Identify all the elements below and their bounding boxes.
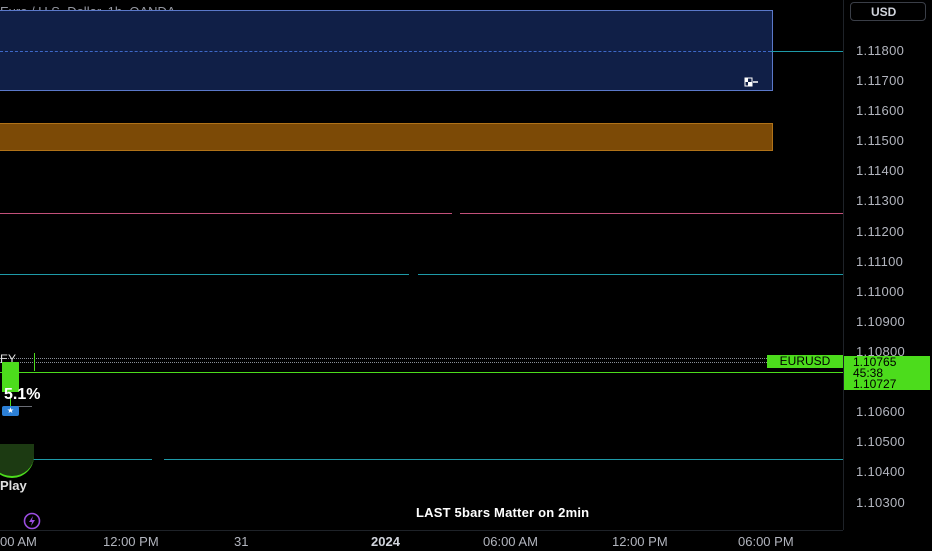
price-tick: 1.11300 <box>856 193 905 208</box>
price-axis[interactable]: USD 1.11800 1.11700 1.11600 1.11500 1.11… <box>843 0 932 530</box>
price-tick: 1.10300 <box>856 495 906 510</box>
current-price-box: 1.10765 45:38 1.10727 <box>844 356 930 390</box>
pink-line[interactable] <box>0 213 452 214</box>
teal-line[interactable] <box>164 459 843 460</box>
current-price-line <box>0 372 843 373</box>
price-tick: 1.10900 <box>856 314 906 329</box>
price-tick: 1.11000 <box>856 284 905 299</box>
price-tick: 1.11500 <box>856 133 905 148</box>
orange-zone-rectangle[interactable] <box>0 123 773 151</box>
note-text: LAST 5bars Matter on 2min <box>416 505 590 520</box>
chart-pane[interactable]: Euro / U.S. Dollar, 1h, OANDA EY 5.1% ★ … <box>0 0 843 530</box>
price-line-dotted <box>0 358 843 359</box>
price-tick: 1.11600 <box>856 103 905 118</box>
time-tick: 12:00 PM <box>103 534 159 549</box>
time-tick: 00 AM <box>0 534 37 549</box>
percent-label: 5.1% <box>4 386 41 403</box>
price-tick: 1.11100 <box>856 254 904 269</box>
time-tick-year: 2024 <box>371 534 400 549</box>
play-label[interactable]: Play <box>0 478 27 493</box>
time-tick: 12:00 PM <box>612 534 668 549</box>
price-tick: 1.11700 <box>856 73 905 88</box>
teal-line[interactable] <box>418 274 843 275</box>
symbol-price-label: EURUSD <box>767 355 843 368</box>
price-tick: 1.11200 <box>856 224 905 239</box>
pink-line[interactable] <box>460 213 843 214</box>
price-tick: 1.11400 <box>856 163 905 178</box>
pin-icon[interactable]: ★ <box>2 406 19 416</box>
candle-wick <box>34 353 35 371</box>
play-widget[interactable] <box>0 444 34 478</box>
price-tick: 1.11800 <box>856 43 905 58</box>
time-tick: 06:00 AM <box>483 534 538 549</box>
price-tick: 1.10400 <box>856 464 906 479</box>
currency-button[interactable]: USD <box>850 2 926 21</box>
price-tick: 1.10600 <box>856 404 906 419</box>
second-price: 1.10727 <box>853 377 897 391</box>
lightning-icon[interactable] <box>21 512 45 530</box>
teal-line-segment <box>771 51 843 52</box>
dashed-line <box>0 51 771 52</box>
price-tick: 1.10500 <box>856 434 906 449</box>
time-tick: 31 <box>234 534 249 549</box>
flag-icon[interactable] <box>744 77 760 89</box>
time-tick: 06:00 PM <box>738 534 794 549</box>
time-axis[interactable]: 00 AM 12:00 PM 31 2024 06:00 AM 12:00 PM… <box>0 530 843 551</box>
price-line-dotted <box>0 362 843 363</box>
teal-line[interactable] <box>0 274 409 275</box>
